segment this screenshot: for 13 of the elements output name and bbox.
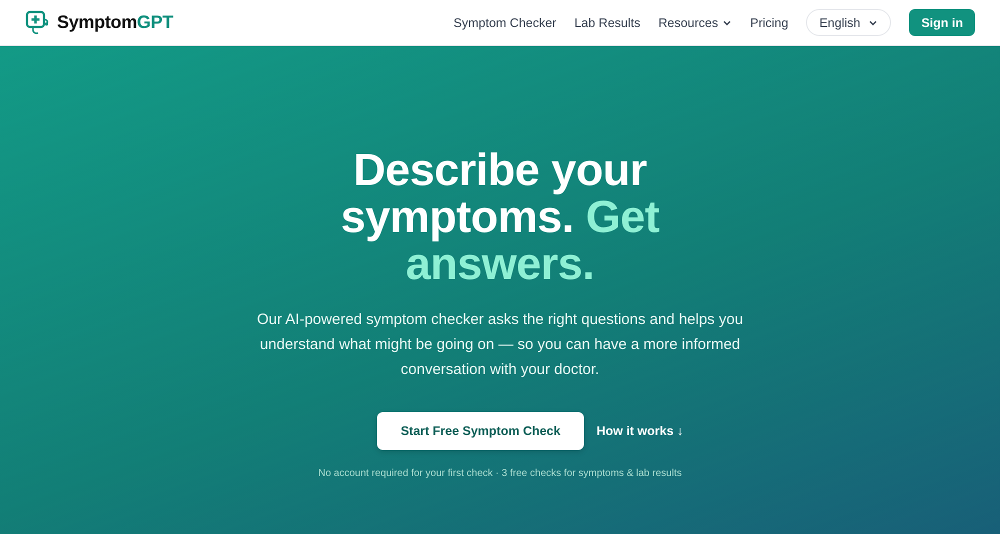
nav-link[interactable]: Lab Results bbox=[574, 16, 640, 30]
brand-name: SymptomGPT bbox=[57, 12, 174, 33]
language-select[interactable]: English bbox=[806, 9, 892, 36]
headline: Describe your symptoms. Get answers. bbox=[340, 146, 660, 287]
nav-link[interactable]: Resources bbox=[658, 16, 732, 30]
sign-in-button[interactable]: Sign in bbox=[909, 9, 975, 36]
info-note: No account required for your first check · 3 free checks for symptoms & lab results bbox=[318, 468, 682, 479]
medical-case-icon bbox=[25, 10, 51, 36]
nav-link[interactable]: Pricing bbox=[750, 16, 788, 30]
how-it-works-link[interactable]: How it works ↓ bbox=[596, 424, 684, 438]
nav-link[interactable]: Symptom Checker bbox=[454, 16, 556, 30]
start-check-button[interactable]: Start Free Symptom Check bbox=[376, 412, 584, 450]
hero-description: Our AI-powered symptom checker asks the right questions and helps you understand what might be going on — so you can have a more informed conversation with your doctor. bbox=[256, 310, 744, 380]
